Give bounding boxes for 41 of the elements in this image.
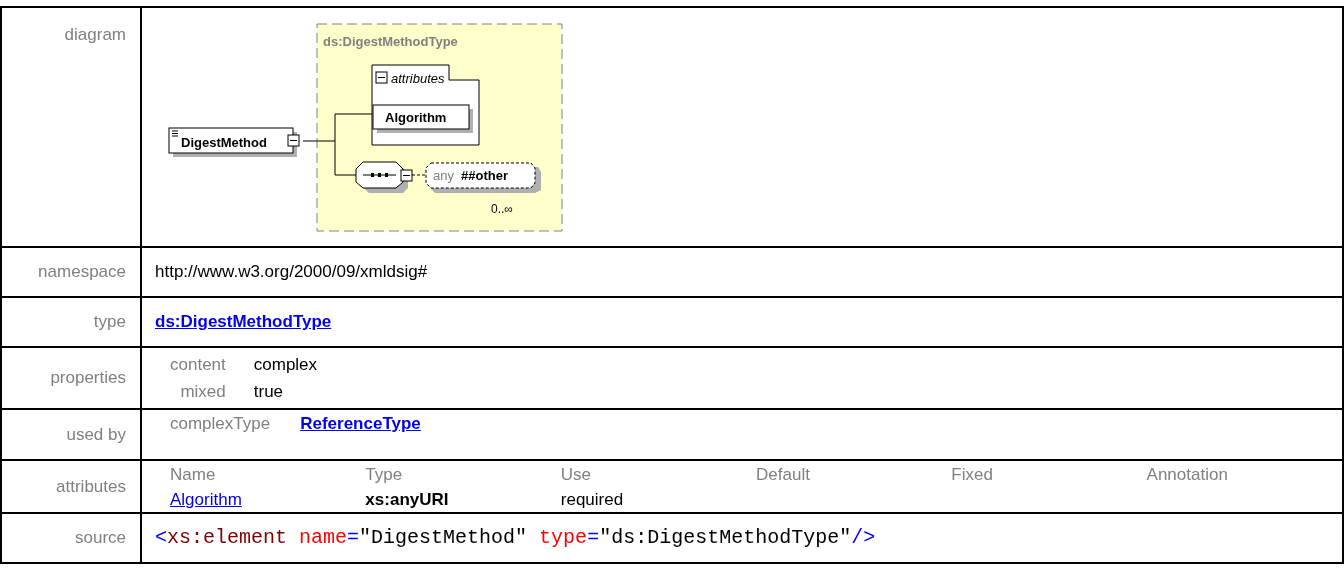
column-header: Default <box>756 464 811 486</box>
type-link[interactable]: ReferenceType <box>300 411 421 437</box>
attribute-name: Algorithm <box>385 110 447 125</box>
usage-kind: complexType <box>170 413 271 435</box>
property-value: complex <box>253 354 319 376</box>
any-label: any <box>433 168 454 183</box>
row-label: namespace <box>38 262 126 282</box>
column-header: Fixed <box>951 462 1147 487</box>
table-cell: xs:anyURI <box>365 487 561 512</box>
column-header: Type <box>365 464 404 486</box>
property-value: true <box>253 381 285 403</box>
collapse-icon[interactable] <box>287 134 300 147</box>
property-name: content <box>170 354 226 376</box>
column-header: Use <box>560 464 592 486</box>
property-name: mixed <box>179 381 226 403</box>
row-label: type <box>93 312 126 332</box>
table-cell-text: required <box>560 489 625 511</box>
element-name: DigestMethod <box>181 135 267 150</box>
sequence-box[interactable] <box>355 161 408 193</box>
column-header: Name <box>170 462 366 487</box>
row-label: attributes <box>56 476 126 496</box>
type-title: ds:DigestMethodType <box>323 34 458 49</box>
attribute-box[interactable] <box>372 104 473 133</box>
column-header: Annotation <box>1146 464 1229 486</box>
row-label: source <box>74 528 126 548</box>
row-label: properties <box>50 368 126 388</box>
attributes-label: attributes <box>391 71 445 86</box>
documentation-icon <box>171 130 179 137</box>
attribute-link[interactable]: Algorithm <box>170 490 242 509</box>
type-link[interactable]: ds:DigestMethodType <box>155 312 332 332</box>
connector-line <box>302 113 373 176</box>
row-label: used by <box>66 424 126 444</box>
occurrence-label: 0..∞ <box>491 202 513 216</box>
collapse-icon[interactable] <box>400 169 413 182</box>
collapse-icon[interactable] <box>375 71 388 84</box>
element-box[interactable] <box>168 127 297 157</box>
source-code: <xs:element name="DigestMethod" type="ds:DigestMethodType"/> <box>155 526 876 549</box>
namespace-value: http://www.w3.org/2000/09/xmldsig# <box>154 262 428 282</box>
any-namespace: ##other <box>461 168 508 183</box>
any-element-box[interactable] <box>425 162 541 193</box>
row-label: diagram <box>64 25 126 44</box>
